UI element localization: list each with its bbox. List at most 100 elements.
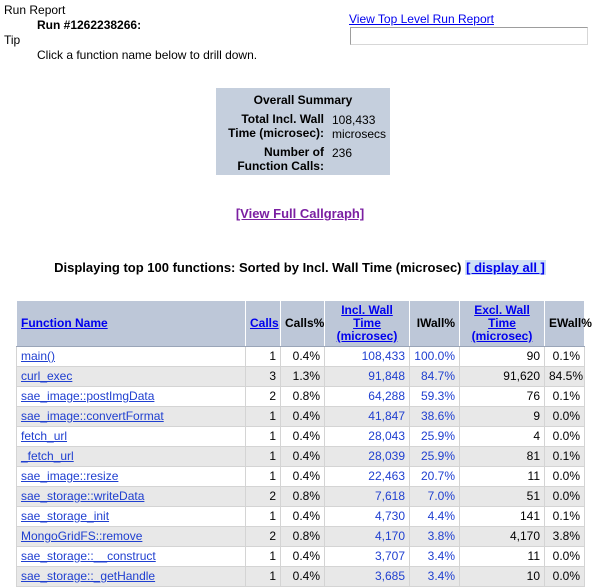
function-name-link[interactable]: sae_storage::writeData — [21, 489, 144, 503]
cell-incl-wall-time: 108,433 — [324, 346, 410, 367]
cell-calls: 1 — [245, 466, 281, 487]
cell-iwall-pct: 3.8% — [409, 526, 460, 547]
col-header-excl-wall-time[interactable]: Excl. Wall Time (microsec) — [459, 300, 545, 347]
function-name-link[interactable]: fetch_url — [21, 429, 67, 443]
cell-excl-wall-time: 81 — [459, 446, 545, 467]
function-name-link[interactable]: sae_image::resize — [21, 469, 118, 483]
table-row: _fetch_url 1 0.4% 28,039 25.9% 81 0.1% — [16, 446, 585, 467]
cell-calls: 1 — [245, 446, 281, 467]
cell-iwall-pct: 25.9% — [409, 446, 460, 467]
cell-calls: 1 — [245, 406, 281, 427]
function-name-link[interactable]: _fetch_url — [21, 449, 74, 463]
cell-ewall-pct: 0.1% — [544, 386, 585, 407]
cell-excl-wall-time: 90 — [459, 346, 545, 367]
cell-function-name: main() — [16, 346, 246, 367]
col-header-incl-wall-time-line1[interactable]: Incl. Wall Time — [341, 303, 393, 330]
cell-iwall-pct: 3.4% — [409, 546, 460, 567]
cell-calls-pct: 0.4% — [280, 426, 325, 447]
displaying-text: Displaying top 100 functions: Sorted by … — [54, 260, 462, 275]
col-header-calls-pct: Calls% — [280, 300, 325, 347]
cell-ewall-pct: 0.0% — [544, 466, 585, 487]
cell-function-name: sae_storage::__construct — [16, 546, 246, 567]
summary-label2-line2: Function Calls: — [237, 159, 324, 173]
col-header-function-name[interactable]: Function Name — [16, 300, 246, 347]
cell-iwall-pct: 7.0% — [409, 486, 460, 507]
cell-calls: 2 — [245, 386, 281, 407]
cell-calls: 2 — [245, 486, 281, 507]
function-name-link[interactable]: sae_storage_init — [21, 509, 109, 523]
summary-title-row: Overall Summary — [216, 88, 390, 110]
summary-row-function-calls: Number of Function Calls: 236 — [216, 143, 390, 175]
col-header-calls[interactable]: Calls — [245, 300, 281, 347]
cell-ewall-pct: 0.1% — [544, 346, 585, 367]
cell-calls-pct: 0.4% — [280, 506, 325, 527]
function-name-link[interactable]: sae_image::convertFormat — [21, 409, 164, 423]
col-header-incl-wall-time-line2[interactable]: (microsec) — [337, 329, 398, 343]
cell-excl-wall-time: 4 — [459, 426, 545, 447]
cell-ewall-pct: 0.0% — [544, 566, 585, 587]
col-header-calls-pct-label: Calls% — [285, 316, 325, 330]
cell-incl-wall-time: 7,618 — [324, 486, 410, 507]
summary-value-function-calls: 236 — [331, 146, 353, 160]
cell-incl-wall-time: 4,730 — [324, 506, 410, 527]
display-all-link[interactable]: [ display all ] — [465, 260, 546, 275]
cell-incl-wall-time: 64,288 — [324, 386, 410, 407]
col-header-iwall-pct-label: IWall% — [416, 316, 455, 330]
cell-ewall-pct: 0.0% — [544, 406, 585, 427]
cell-function-name: sae_storage_init — [16, 506, 246, 527]
cell-ewall-pct: 0.0% — [544, 426, 585, 447]
cell-calls: 1 — [245, 346, 281, 367]
cell-calls: 3 — [245, 366, 281, 387]
col-header-excl-wall-time-line1[interactable]: Excl. Wall Time — [474, 303, 530, 330]
summary-value-total-incl-wall-time: 108,433 microsecs — [328, 110, 390, 143]
function-name-link[interactable]: curl_exec — [21, 369, 72, 383]
table-row: main() 1 0.4% 108,433 100.0% 90 0.1% — [16, 346, 585, 367]
page-header: Run Report Run #1262238266: Tip Click a … — [0, 0, 600, 62]
table-row: sae_storage::_getHandle 1 0.4% 3,685 3.4% 10 0… — [16, 566, 585, 587]
table-row: sae_image::postImgData 2 0.8% 64,288 59.3% 76… — [16, 386, 585, 407]
col-header-calls-label[interactable]: Calls — [250, 316, 279, 330]
cell-calls-pct: 0.8% — [280, 386, 325, 407]
cell-calls: 1 — [245, 506, 281, 527]
summary-label2-line1: Number of — [263, 145, 324, 159]
col-header-excl-wall-time-line2[interactable]: (microsec) — [472, 329, 533, 343]
function-name-link[interactable]: sae_image::postImgData — [21, 389, 154, 403]
cell-incl-wall-time: 4,170 — [324, 526, 410, 547]
functions-table: Function Name Calls Calls% Incl. Wall Ti… — [16, 300, 592, 587]
cell-calls-pct: 0.4% — [280, 446, 325, 467]
cell-function-name: fetch_url — [16, 426, 246, 447]
col-header-ewall-pct-label: EWall% — [549, 316, 592, 330]
view-full-callgraph-link[interactable]: [View Full Callgraph] — [236, 206, 364, 221]
cell-excl-wall-time: 141 — [459, 506, 545, 527]
cell-function-name: _fetch_url — [16, 446, 246, 467]
cell-calls-pct: 0.4% — [280, 346, 325, 367]
function-name-link[interactable]: main() — [21, 349, 55, 363]
cell-calls-pct: 0.4% — [280, 466, 325, 487]
function-name-link[interactable]: sae_storage::__construct — [21, 549, 156, 563]
function-name-link[interactable]: MongoGridFS::remove — [21, 529, 142, 543]
cell-ewall-pct: 3.8% — [544, 526, 585, 547]
table-row: sae_image::convertFormat 1 0.4% 41,847 38.6%… — [16, 406, 585, 427]
cell-iwall-pct: 100.0% — [409, 346, 460, 367]
col-header-incl-wall-time[interactable]: Incl. Wall Time (microsec) — [324, 300, 410, 347]
search-input[interactable] — [350, 27, 588, 45]
cell-function-name: sae_image::resize — [16, 466, 246, 487]
cell-calls: 1 — [245, 546, 281, 567]
cell-excl-wall-time: 91,620 — [459, 366, 545, 387]
functions-table-body: main() 1 0.4% 108,433 100.0% 90 0.1% curl_exec 3… — [16, 346, 585, 587]
cell-function-name: sae_image::convertFormat — [16, 406, 246, 427]
cell-ewall-pct: 0.0% — [544, 486, 585, 507]
cell-excl-wall-time: 11 — [459, 546, 545, 567]
cell-excl-wall-time: 51 — [459, 486, 545, 507]
overall-summary-panel: Overall Summary Total Incl. Wall Time (m… — [216, 88, 390, 175]
cell-incl-wall-time: 22,463 — [324, 466, 410, 487]
cell-iwall-pct: 3.4% — [409, 566, 460, 587]
function-name-link[interactable]: sae_storage::_getHandle — [21, 569, 155, 583]
col-header-function-name-label[interactable]: Function Name — [21, 316, 108, 330]
summary-row-total-incl-wall-time: Total Incl. Wall Time (microsec): 108,43… — [216, 110, 390, 143]
view-top-level-run-report-link[interactable]: View Top Level Run Report — [349, 12, 494, 26]
run-number-heading: Run #1262238266: — [37, 18, 142, 32]
cell-excl-wall-time: 11 — [459, 466, 545, 487]
cell-function-name: sae_storage::_getHandle — [16, 566, 246, 587]
cell-calls-pct: 0.4% — [280, 566, 325, 587]
